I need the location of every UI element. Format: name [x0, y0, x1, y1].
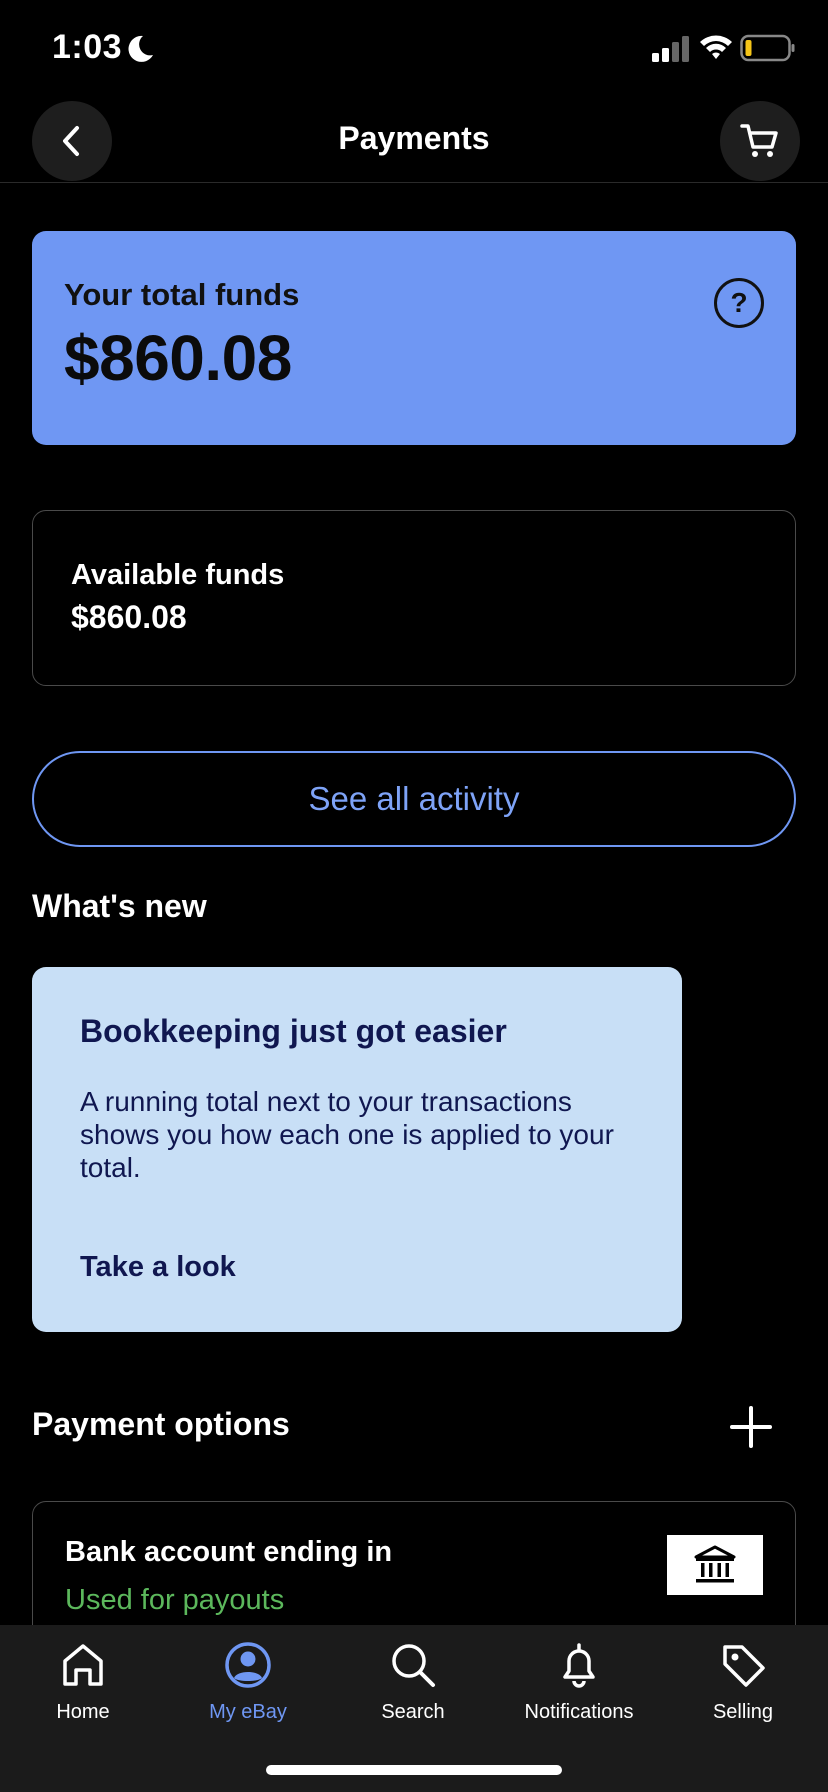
home-icon — [63, 1644, 103, 1686]
tag-icon — [723, 1645, 765, 1687]
tab-selling[interactable]: Selling — [660, 1639, 826, 1739]
moon-icon — [128, 35, 153, 62]
available-funds-label: Available funds — [71, 559, 285, 591]
bell-icon — [563, 1643, 595, 1688]
cellular-signal-icon — [652, 36, 689, 62]
battery-low-icon — [740, 34, 795, 62]
take-a-look-link[interactable]: Take a look — [80, 1251, 236, 1284]
question-mark-icon: ? — [730, 287, 748, 318]
help-button[interactable]: ? — [714, 278, 764, 328]
tab-selling-label: Selling — [712, 1701, 774, 1723]
promo-title: Bookkeeping just got easier — [80, 1013, 507, 1049]
home-indicator[interactable] — [266, 1765, 562, 1775]
profile-icon — [225, 1642, 271, 1688]
bank-icon — [667, 1535, 763, 1595]
see-all-activity-button[interactable]: See all activity — [32, 751, 796, 847]
promo-body: A running total next to your transaction… — [80, 1086, 614, 1183]
bank-account-status: Used for payouts — [65, 1584, 285, 1616]
see-all-activity-label: See all activity — [308, 780, 520, 817]
total-funds-amount: $860.08 — [64, 322, 292, 394]
navigation-header: Payments — [0, 96, 828, 183]
bookkeeping-promo-card[interactable]: Bookkeeping just got easier A running to… — [32, 967, 682, 1332]
tab-notifications[interactable]: Notifications — [496, 1639, 662, 1739]
status-time: 1:03 — [52, 28, 123, 66]
total-funds-label: Your total funds — [64, 277, 300, 312]
tab-home[interactable]: Home — [0, 1639, 166, 1739]
whats-new-heading: What's new — [32, 888, 207, 924]
cart-button[interactable] — [720, 101, 800, 181]
payments-screen: 1:03 Payments Your total funds $860.08 ?… — [0, 0, 828, 1792]
tab-search[interactable]: Search — [330, 1639, 496, 1739]
add-payment-option-button[interactable] — [726, 1402, 776, 1452]
cart-icon — [740, 124, 778, 157]
wifi-icon — [700, 35, 732, 59]
tab-notifications-label: Notifications — [524, 1701, 634, 1723]
tab-my-ebay-label: My eBay — [209, 1701, 287, 1723]
payment-options-heading: Payment options — [32, 1406, 290, 1442]
tab-home-label: Home — [56, 1701, 110, 1723]
status-bar: 1:03 — [0, 0, 828, 96]
search-icon — [392, 1644, 435, 1687]
bank-account-label: Bank account ending in — [65, 1536, 393, 1568]
page-title: Payments — [338, 120, 490, 156]
plus-icon — [730, 1406, 772, 1448]
tab-search-label: Search — [381, 1701, 445, 1723]
available-funds-card[interactable]: Available funds $860.08 — [32, 510, 796, 686]
total-funds-card: Your total funds $860.08 ? — [32, 231, 796, 445]
available-funds-amount: $860.08 — [71, 599, 187, 635]
tab-my-ebay[interactable]: My eBay — [165, 1639, 331, 1739]
